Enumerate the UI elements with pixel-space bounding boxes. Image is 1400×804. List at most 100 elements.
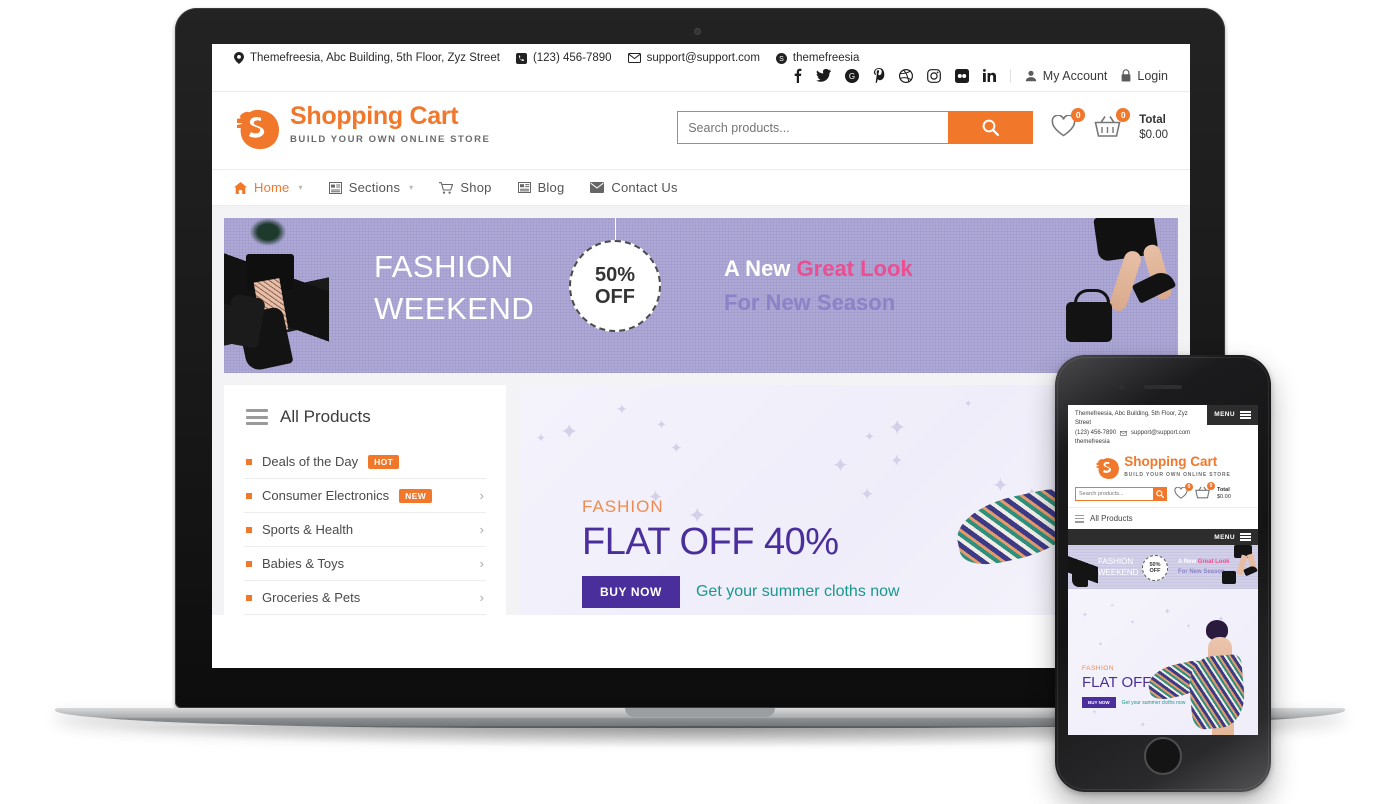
product-search[interactable] — [677, 111, 1034, 144]
mobile-brand-name: Shopping Cart — [1124, 454, 1218, 470]
mobile-menu-button-top[interactable]: MENU — [1207, 405, 1258, 426]
category-item-babies-toys[interactable]: Babies & Toys › — [244, 547, 486, 581]
mobile-hero-line-1: FASHION — [1098, 557, 1134, 567]
hamburger-icon — [1240, 411, 1251, 419]
nav-item-home[interactable]: Home ▾ — [234, 180, 303, 195]
hamburger-icon — [1075, 514, 1084, 523]
map-pin-icon — [234, 52, 244, 64]
mobile-promo-banner[interactable]: ✦ ✦ ✦ ✦ ✦ ✦ ✦ ✦ ✦ ✦ FASHION FLAT OFF 40%… — [1068, 589, 1258, 735]
mobile-all-products-toggle[interactable]: All Products — [1068, 507, 1258, 529]
category-item-deals-of-the-day[interactable]: Deals of the Day HOT — [244, 445, 486, 479]
skype-text: themefreesia — [792, 52, 860, 64]
nav-item-shop[interactable]: Shop — [439, 180, 491, 195]
nav-item-blog[interactable]: Blog — [517, 180, 565, 195]
phone-camera-icon — [1119, 384, 1125, 390]
mobile-cart-total: Total $0.00 — [1217, 487, 1231, 501]
phone-home-button[interactable] — [1144, 737, 1182, 775]
category-item-consumer-electronics[interactable]: Consumer Electronics NEW › — [244, 479, 486, 513]
hero-badge-string — [615, 218, 616, 242]
cart-total-amount: $0.00 — [1139, 128, 1168, 141]
category-item-sports-health[interactable]: Sports & Health › — [244, 513, 486, 547]
facebook-icon[interactable] — [793, 68, 802, 83]
cart-total: Total $0.00 — [1139, 113, 1168, 142]
nav-item-sections[interactable]: Sections ▾ — [328, 180, 414, 195]
laptop-webcam-icon — [694, 28, 701, 35]
mobile-buy-now-button[interactable]: BUY NOW — [1082, 697, 1116, 709]
dribbble-icon[interactable] — [898, 68, 913, 83]
mobile-search-button[interactable] — [1153, 487, 1166, 500]
mobile-email-text: support@support.com — [1131, 429, 1191, 436]
email-item[interactable]: support@support.com — [627, 52, 760, 64]
google-plus-icon[interactable]: G — [844, 68, 859, 83]
hero-model-right-image — [1028, 218, 1178, 373]
content-section: All Products Deals of the Day HOT Consum… — [212, 373, 1190, 615]
mobile-hero-badge-off: OFF — [1149, 568, 1161, 575]
sidebar-title: All Products — [280, 407, 371, 426]
hero-secondary-headline: A New Great Look For New Season — [724, 252, 913, 320]
mobile-hero-model-right-image — [1216, 545, 1258, 589]
mobile-product-search[interactable] — [1075, 486, 1167, 501]
category-label: Sports & Health — [262, 522, 354, 537]
bullet-icon — [246, 560, 252, 567]
my-account-link[interactable]: My Account — [1025, 69, 1107, 83]
address-text: Themefreesia, Abc Building, 5th Floor, Z… — [250, 52, 500, 64]
buy-now-button[interactable]: BUY NOW — [582, 576, 680, 608]
mobile-logo-text-block: Shopping Cart BUILD YOUR OWN ONLINE STOR… — [1124, 455, 1230, 478]
phone-item[interactable]: (123) 456-7890 — [515, 52, 612, 64]
linkedin-icon[interactable] — [982, 69, 996, 82]
mobile-address-text: Themefreesia, Abc Building, 5th Floor, Z… — [1075, 411, 1188, 427]
wishlist-button[interactable]: 0 — [1051, 108, 1086, 140]
skype-item[interactable]: S themefreesia — [775, 52, 860, 64]
hero-slide[interactable]: FASHION WEEKEND 50% OFF A New Great Look… — [224, 218, 1178, 373]
hero-headline: FASHION WEEKEND — [374, 246, 534, 330]
pinterest-icon[interactable] — [873, 68, 885, 83]
category-label: Deals of the Day — [262, 454, 359, 469]
star-decoration-icon: ✦ — [888, 415, 907, 440]
mobile-cart-total-amount: $0.00 — [1217, 493, 1231, 500]
bullet-icon — [246, 492, 252, 499]
cart-button[interactable]: 0 — [1094, 107, 1131, 141]
wishlist-count-badge: 0 — [1071, 108, 1086, 122]
hero-right-white: A New — [724, 256, 797, 281]
promo-cta-row: BUY NOW Get your summer cloths now — [582, 576, 900, 608]
mobile-site-logo[interactable]: Shopping Cart BUILD YOUR OWN ONLINE STOR… — [1068, 451, 1258, 482]
cart-icon — [439, 181, 454, 194]
nav-label-shop: Shop — [460, 180, 492, 195]
twitter-icon[interactable] — [815, 69, 831, 82]
top-contact-bar: Themefreesia, Abc Building, 5th Floor, Z… — [212, 44, 1190, 66]
header-actions: 0 0 Total $0.00 — [677, 107, 1168, 144]
category-label: Babies & Toys — [262, 556, 345, 571]
mobile-top-contact-bar: MENU Themefreesia, Abc Building, 5th Flo… — [1068, 405, 1258, 451]
search-button[interactable] — [948, 112, 1033, 143]
shopping-bag-logo-icon — [1095, 455, 1120, 480]
bullet-icon — [246, 458, 252, 465]
search-icon — [982, 119, 999, 136]
svg-text:G: G — [849, 72, 855, 81]
category-item-groceries-pets[interactable]: Groceries & Pets › — [244, 581, 486, 615]
site-logo[interactable]: Shopping Cart BUILD YOUR OWN ONLINE STOR… — [234, 104, 490, 151]
phone-screen: MENU Themefreesia, Abc Building, 5th Flo… — [1068, 405, 1258, 735]
mobile-hero-discount-badge: 50% OFF — [1142, 555, 1168, 582]
instagram-icon[interactable] — [926, 68, 941, 83]
mobile-hero-slide[interactable]: FASHION WEEKEND 50% OFF A New Great Look… — [1068, 545, 1258, 590]
mobile-cart-button[interactable]: 0 — [1195, 482, 1215, 501]
svg-text:S: S — [779, 56, 784, 63]
category-badge-new: NEW — [399, 488, 433, 503]
sidebar-header[interactable]: All Products — [224, 407, 506, 445]
content-columns: All Products Deals of the Day HOT Consum… — [224, 385, 1178, 615]
mobile-menu-bar[interactable]: MENU — [1068, 529, 1258, 546]
sections-icon — [328, 181, 342, 194]
search-input[interactable] — [678, 112, 949, 143]
mobile-wishlist-button[interactable]: 0 — [1174, 482, 1193, 501]
mobile-phone-text: (123) 456-7890 — [1075, 429, 1117, 436]
user-icon — [1025, 70, 1037, 82]
envelope-icon — [627, 53, 641, 63]
hero-line-1: FASHION — [374, 249, 514, 284]
mobile-search-input[interactable] — [1076, 487, 1153, 500]
mobile-hero-white: A New — [1178, 559, 1198, 566]
nav-item-contact-us[interactable]: Contact Us — [590, 180, 678, 195]
login-link[interactable]: Login — [1121, 69, 1168, 83]
mobile-hero-line-2: WEEKEND — [1098, 568, 1139, 578]
flickr-icon[interactable] — [954, 68, 969, 83]
cart-total-label: Total — [1139, 114, 1166, 127]
